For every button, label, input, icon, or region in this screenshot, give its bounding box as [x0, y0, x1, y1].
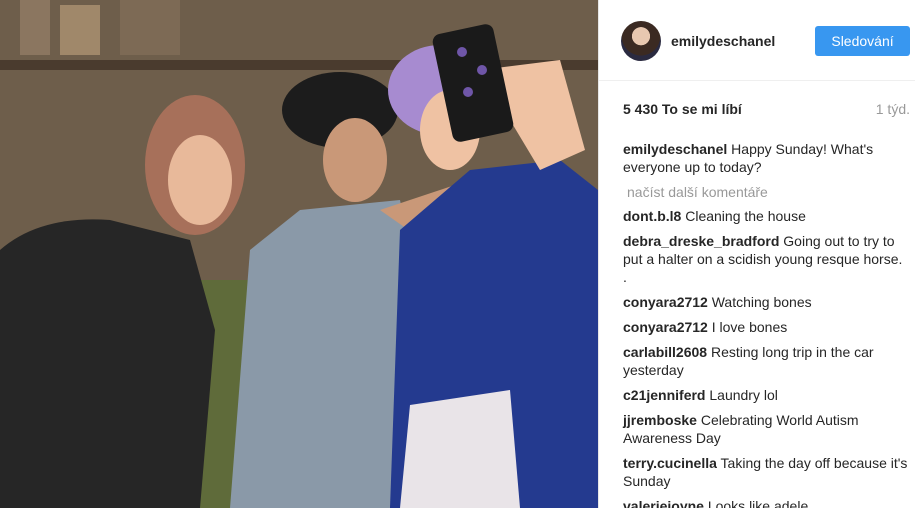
comment-text: Looks like adele: [707, 498, 809, 508]
post-photo[interactable]: [0, 0, 598, 508]
avatar[interactable]: [621, 21, 661, 61]
comment-text: Watching bones: [711, 294, 812, 310]
list-item: conyara2712 Watching bones: [623, 293, 908, 311]
comment-username[interactable]: emilydeschanel: [623, 141, 727, 157]
post-header: emilydeschanel Sledování: [599, 0, 915, 81]
list-item: jjremboske Celebrating World Autism Awar…: [623, 411, 908, 447]
comment-username[interactable]: dont.b.l8: [623, 208, 681, 224]
caption: emilydeschanel Happy Sunday! What's ever…: [623, 140, 908, 176]
post-time[interactable]: 1 týd.: [876, 101, 910, 117]
comment-username[interactable]: terry.cucinella: [623, 455, 717, 471]
comment-username[interactable]: conyara2712: [623, 294, 708, 310]
post-sidebar: emilydeschanel Sledování 5 430 To se mi …: [598, 0, 915, 508]
comment-username[interactable]: carlabill2608: [623, 344, 707, 360]
selfie-photo: [0, 0, 598, 508]
comment-text: I love bones: [711, 319, 788, 335]
likes-count[interactable]: 5 430 To se mi líbí: [623, 101, 742, 117]
comment-username[interactable]: c21jenniferd: [623, 387, 705, 403]
comment-text: Laundry lol: [709, 387, 778, 403]
list-item: dont.b.l8 Cleaning the house: [623, 207, 908, 225]
comment-username[interactable]: jjremboske: [623, 412, 697, 428]
list-item: debra_dreske_bradford Going out to try t…: [623, 232, 908, 286]
list-item: conyara2712 I love bones: [623, 318, 908, 336]
list-item: terry.cucinella Taking the day off becau…: [623, 454, 908, 490]
comment-username[interactable]: conyara2712: [623, 319, 708, 335]
load-more-comments-link[interactable]: načíst další komentáře: [627, 183, 908, 201]
list-item: c21jenniferd Laundry lol: [623, 386, 908, 404]
comments-list: emilydeschanel Happy Sunday! What's ever…: [623, 140, 908, 508]
list-item: carlabill2608 Resting long trip in the c…: [623, 343, 908, 379]
list-item: valeriejoyne Looks like adele: [623, 497, 908, 508]
author-username[interactable]: emilydeschanel: [671, 33, 775, 49]
comment-text: Cleaning the house: [685, 208, 806, 224]
comment-username[interactable]: debra_dreske_bradford: [623, 233, 779, 249]
follow-button[interactable]: Sledování: [815, 26, 910, 56]
comment-username[interactable]: valeriejoyne: [623, 498, 704, 508]
